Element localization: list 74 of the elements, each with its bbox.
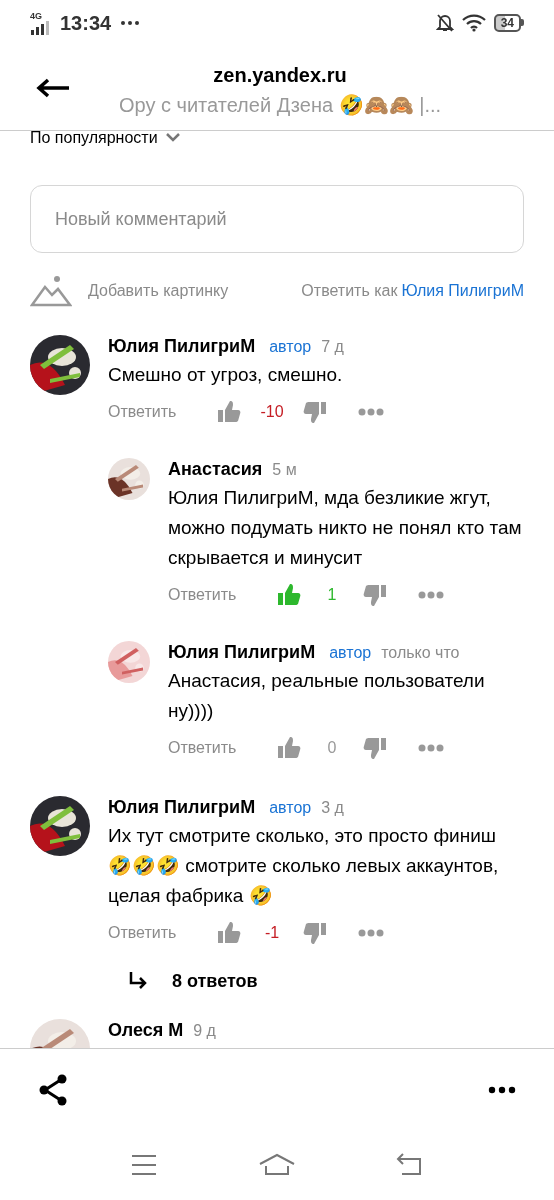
author-name[interactable]: Юлия ПилигриМ (168, 639, 316, 666)
more-button[interactable] (358, 929, 384, 937)
reply-as-label: Ответить как (301, 281, 398, 301)
back-icon (396, 1153, 424, 1177)
clock: 13:34 (60, 10, 112, 36)
rating-score: 1 (326, 585, 338, 605)
dislike-button[interactable] (302, 920, 328, 946)
thumbs-down-icon (302, 920, 328, 946)
battery-level: 34 (493, 13, 521, 32)
comment-time: 9 д (193, 1021, 216, 1041)
recent-apps-button[interactable] (130, 1154, 158, 1176)
comment-text: Анастасия, реальные пользователи ну)))) (168, 669, 486, 723)
author-name[interactable]: Юлия ПилигриМ (108, 333, 256, 360)
rating-score: -10 (259, 402, 285, 422)
dislike-button[interactable] (362, 582, 388, 608)
comment-text: Юлия ПилигриМ, мда безликие жгут, можно подумать никто не понял кто там скрывается и минусит (168, 486, 523, 570)
thumbs-down-icon (302, 399, 328, 425)
more-icon (358, 929, 384, 937)
more-options-button[interactable] (488, 1085, 516, 1094)
network-type: 4G (30, 10, 42, 21)
author-tag: автор (269, 796, 312, 820)
comment-time: 5 м (272, 460, 297, 480)
author-name[interactable]: Анастасия (168, 456, 263, 483)
more-icon (488, 1085, 516, 1094)
thumbs-down-icon (362, 582, 388, 608)
more-icon (418, 744, 444, 752)
like-button[interactable] (216, 399, 242, 425)
share-button[interactable] (38, 1073, 68, 1106)
more-icon (418, 591, 444, 599)
like-button[interactable] (276, 735, 302, 761)
home-icon (258, 1153, 296, 1177)
author-tag: автор (269, 335, 312, 359)
notification-dots-icon (119, 19, 142, 26)
page-domain: zen.yandex.ru (212, 62, 348, 88)
comment-text: Их тут смотрите сколько, это просто финиш 🤣🤣🤣 смотрите сколько левых аккаунтов, целая фабрика 🤣 (108, 824, 500, 908)
comment-time: только что (381, 643, 460, 663)
page-title: Ору с читателей Дзена 🤣🙈🙈 |... (117, 92, 443, 118)
comment-text: Смешно от угроз, смешно. (108, 363, 344, 387)
share-icon (38, 1073, 68, 1106)
bell-muted-icon (435, 12, 454, 33)
rating-score: -1 (263, 923, 281, 943)
add-image-button[interactable]: Добавить картинку (30, 275, 229, 307)
like-button[interactable] (276, 582, 302, 608)
thumbs-up-icon (216, 399, 242, 425)
author-tag: автор (329, 641, 372, 665)
dislike-button[interactable] (362, 735, 388, 761)
back-button[interactable] (36, 77, 70, 98)
rating-score: 0 (326, 738, 338, 758)
more-button[interactable] (418, 744, 444, 752)
comment-time: 3 д (321, 798, 344, 818)
more-button[interactable] (358, 408, 384, 416)
show-replies-button[interactable]: 8 ответов (128, 971, 258, 991)
author-name[interactable]: Олеся М (108, 1017, 184, 1044)
wifi-icon (461, 13, 486, 32)
menu-icon (130, 1154, 158, 1176)
chevron-down-icon (165, 132, 180, 142)
thumbs-down-icon (362, 735, 388, 761)
more-button[interactable] (418, 591, 444, 599)
back-nav-button[interactable] (396, 1153, 424, 1177)
like-button[interactable] (216, 920, 242, 946)
comment-time: 7 д (321, 337, 344, 357)
thumbs-up-icon (276, 582, 302, 608)
reply-arrow-icon (128, 971, 148, 991)
account-link[interactable]: Юлия ПилигриМ (401, 279, 524, 303)
home-button[interactable] (258, 1153, 296, 1177)
comment-field[interactable]: Новый комментарий (30, 185, 524, 253)
back-arrow-icon (36, 77, 70, 98)
author-name[interactable]: Юлия ПилигриМ (108, 794, 256, 821)
mountain-image-icon (30, 275, 72, 307)
dislike-button[interactable] (302, 399, 328, 425)
thumbs-up-icon (276, 735, 302, 761)
signal-icon (30, 20, 52, 35)
thumbs-up-icon (216, 920, 242, 946)
more-icon (358, 408, 384, 416)
